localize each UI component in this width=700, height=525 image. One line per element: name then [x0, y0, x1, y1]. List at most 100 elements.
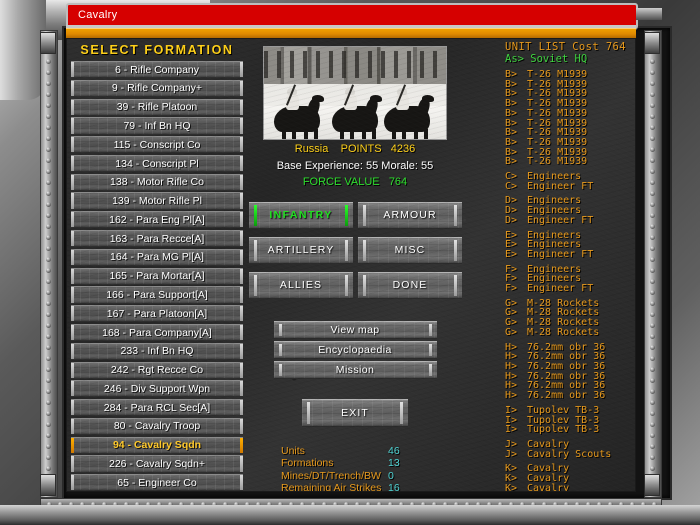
row-edge-left-icon	[71, 306, 74, 322]
row-edge-left-icon	[71, 80, 74, 96]
formation-item-label: 165 - Para Mortar[A]	[109, 270, 205, 283]
formation-item-label: 80 - Cavalry Troop	[113, 420, 201, 433]
formation-list-item[interactable]: 242 - Rgt Recce Co	[71, 361, 243, 379]
rivet-icon	[650, 114, 655, 119]
formation-list-item[interactable]: 164 - Para MG Pl[A]	[71, 248, 243, 266]
exit-button-wrap: EXIT	[249, 398, 461, 427]
main-content-panel: SELECT FORMATION 6 - Rifle Company 9 - Ri…	[66, 38, 636, 492]
rivet-icon	[650, 268, 655, 273]
rivet-icon	[650, 466, 655, 471]
formation-list-item[interactable]: 246 - Div Support Wpn	[71, 380, 243, 398]
formation-list-item[interactable]: 165 - Para Mortar[A]	[71, 267, 243, 285]
utility-button-mission[interactable]: Mission	[273, 360, 437, 379]
row-edge-left-icon	[71, 62, 74, 78]
formation-list-item[interactable]: 79 - Inf Bn HQ	[71, 117, 243, 135]
category-button-armour[interactable]: ARMOUR	[358, 201, 462, 229]
row-edge-right-icon	[240, 343, 243, 359]
formation-item-label: 94 - Cavalry Sqdn	[112, 439, 202, 452]
category-button-label: ARTILLERY	[267, 244, 335, 256]
rivet-icon	[46, 59, 51, 64]
unit-name: Engineer FT	[527, 214, 594, 226]
category-button-allies[interactable]: ALLIES	[249, 271, 353, 299]
row-edge-left-icon	[71, 231, 74, 247]
unit-list-row[interactable]: C> Engineer FT	[505, 181, 631, 192]
rivet-icon	[650, 312, 655, 317]
nation-label: Russia	[294, 143, 329, 155]
formation-list-item[interactable]: 162 - Para Eng Pl[A]	[71, 211, 243, 229]
stat-value: 0	[388, 469, 394, 482]
row-edge-left-icon	[71, 343, 74, 359]
unit-list-row[interactable]: E> Engineer FT	[505, 249, 631, 260]
unit-list-row[interactable]: B> T-26 M1939	[505, 157, 631, 167]
unit-list-row[interactable]: F> Engineer FT	[505, 284, 631, 294]
unit-list-row[interactable]: H> 76.2mm obr 36	[505, 391, 631, 401]
formation-list-item[interactable]: 139 - Motor Rifle Pl	[71, 192, 243, 210]
row-edge-right-icon	[240, 456, 243, 472]
rivet-icon	[650, 158, 655, 163]
unit-list-row[interactable]: I> Tupolev TB-3	[505, 425, 631, 435]
unit-group-tag: H>	[505, 390, 518, 402]
category-button-artillery[interactable]: ARTILLERY	[249, 236, 353, 264]
exit-button[interactable]: EXIT	[302, 398, 408, 427]
formation-list-item[interactable]: 167 - Para Platoon[A]	[71, 305, 243, 323]
formation-list[interactable]: 6 - Rifle Company 9 - Rifle Company+ 39 - …	[71, 61, 243, 491]
row-edge-left-icon	[71, 456, 74, 472]
unit-list-row[interactable]: D> Engineer FT	[505, 214, 631, 226]
formation-list-item[interactable]: 168 - Para Company[A]	[71, 323, 243, 342]
formation-list-item[interactable]: 138 - Motor Rifle Co	[71, 173, 243, 191]
formation-list-item[interactable]: 9 - Rifle Company+	[71, 79, 243, 97]
utility-button-view-map[interactable]: View map	[273, 320, 437, 339]
unit-group-tag: J>	[505, 448, 518, 460]
formation-list-item[interactable]: 94 - Cavalry Sqdn	[71, 436, 243, 454]
unit-list-row[interactable]: J> Cavalry Scouts	[505, 448, 631, 460]
rail-chip-bottom-right	[644, 474, 660, 496]
utility-button-encyclopaedia[interactable]: Encyclopaedia	[273, 340, 437, 359]
category-button-label: INFANTRY	[269, 209, 333, 221]
rail-chip-top-left	[40, 32, 56, 54]
formation-list-item[interactable]: 80 - Cavalry Troop	[71, 417, 243, 436]
stat-value: 13	[388, 457, 400, 470]
formation-list-item[interactable]: 233 - Inf Bn HQ	[71, 342, 243, 360]
rivet-icon	[46, 323, 51, 328]
button-edge-right-icon	[454, 239, 457, 261]
stat-row: Remaining Air Strikes 16	[281, 482, 461, 491]
utility-button-label: Mission	[335, 363, 375, 376]
category-button-done[interactable]: DONE	[358, 271, 462, 299]
rivet-icon	[46, 301, 51, 306]
unit-list-row[interactable]: K> Cavalry	[505, 483, 631, 491]
button-edge-right-icon	[454, 204, 457, 226]
summary-stats: Units 46 Formations 13 Mines/DT/Trench/BW 0 Re…	[281, 445, 461, 492]
button-edge-right-icon	[428, 363, 432, 376]
unit-name: 76.2mm obr 36	[527, 390, 606, 402]
formation-item-label: 139 - Motor Rifle Pl	[112, 195, 202, 208]
rivet-icon	[46, 147, 51, 152]
rivet-icon	[650, 290, 655, 295]
row-edge-right-icon	[240, 193, 243, 209]
rivet-icon	[46, 422, 51, 427]
stat-label: Mines/DT/Trench/BW	[281, 469, 381, 482]
unit-list-hq-row: As> Soviet HQ	[505, 53, 588, 65]
formation-list-item[interactable]: 226 - Cavalry Sqdn+	[71, 455, 243, 473]
rivet-icon	[46, 191, 51, 196]
formation-list-item[interactable]: 65 - Engineer Co	[71, 474, 243, 491]
formation-list-item[interactable]: 284 - Para RCL Sec[A]	[71, 399, 243, 417]
rivet-icon	[46, 345, 51, 350]
formation-list-item[interactable]: 39 - Rifle Platoon	[71, 98, 243, 116]
formation-list-item[interactable]: 134 - Conscript Pl	[71, 154, 243, 173]
row-edge-left-icon	[71, 118, 74, 134]
unit-list-row[interactable]: G> M-28 Rockets	[505, 327, 631, 338]
row-edge-right-icon	[240, 155, 243, 172]
formation-list-item[interactable]: 6 - Rifle Company	[71, 61, 243, 79]
rivet-icon	[650, 213, 655, 218]
formation-list-item[interactable]: 166 - Para Support[A]	[71, 286, 243, 304]
rivet-icon	[46, 279, 51, 284]
rivet-icon	[650, 81, 655, 86]
formation-list-item[interactable]: 163 - Para Recce[A]	[71, 230, 243, 248]
category-button-infantry[interactable]: INFANTRY	[249, 201, 353, 229]
button-edge-right-icon	[345, 239, 348, 261]
rivet-icon	[46, 103, 51, 108]
row-edge-right-icon	[240, 287, 243, 303]
formation-list-item[interactable]: 115 - Conscript Co	[71, 136, 243, 154]
category-button-misc[interactable]: MISC	[358, 236, 462, 264]
unit-group-tag: D>	[505, 214, 518, 226]
